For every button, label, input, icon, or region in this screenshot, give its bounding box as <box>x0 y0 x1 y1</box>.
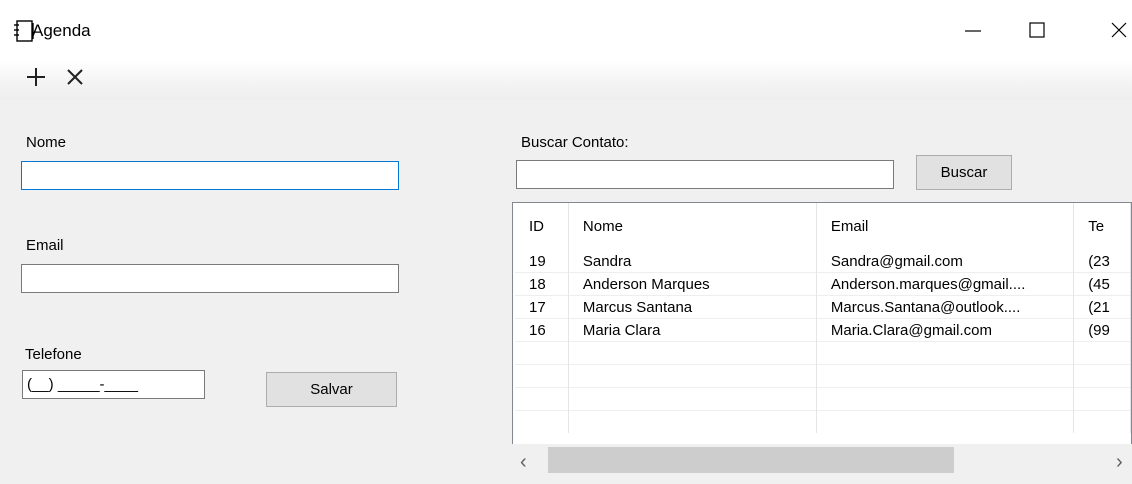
search-label: Buscar Contato: <box>521 134 629 151</box>
close-window-button[interactable] <box>1090 0 1132 60</box>
cell-telefone[interactable]: (99 <box>1073 318 1131 342</box>
email-input[interactable] <box>21 264 399 293</box>
table-row[interactable]: 16 Maria Clara Maria.Clara@gmail.com (99 <box>515 318 1131 342</box>
maximize-icon <box>1029 22 1045 38</box>
add-contact-button[interactable] <box>23 62 49 92</box>
grid-header-row: ID Nome Email Te <box>515 203 1131 250</box>
cell-email[interactable]: Maria.Clara@gmail.com <box>816 318 1075 342</box>
save-button[interactable]: Salvar <box>266 372 397 407</box>
column-header-id[interactable]: ID <box>515 203 569 250</box>
cell-email[interactable]: Marcus.Santana@outlook.... <box>816 295 1075 319</box>
close-window-icon <box>1111 22 1127 38</box>
nome-input[interactable] <box>21 161 399 190</box>
maximize-button[interactable] <box>1008 0 1066 60</box>
search-input[interactable] <box>516 160 894 189</box>
cell-id[interactable]: 17 <box>515 295 569 319</box>
cell-email[interactable]: Anderson.marques@gmail.... <box>816 272 1075 296</box>
cell-id[interactable]: 16 <box>515 318 569 342</box>
scroll-right-arrow[interactable]: › <box>1116 451 1123 474</box>
empty-row <box>515 387 1131 411</box>
table-row[interactable]: 19 Sandra Sandra@gmail.com (23 <box>515 250 1131 273</box>
column-header-nome[interactable]: Nome <box>568 203 817 250</box>
contacts-grid[interactable]: ID Nome Email Te 19 Sandra Sandra@gmail.… <box>512 202 1132 482</box>
cell-telefone[interactable]: (23 <box>1073 250 1131 273</box>
cell-id[interactable]: 19 <box>515 250 569 273</box>
empty-row <box>515 410 1131 433</box>
email-label: Email <box>26 237 64 254</box>
minimize-icon <box>965 30 981 32</box>
delete-contact-button[interactable] <box>62 62 88 92</box>
table-row[interactable]: 18 Anderson Marques Anderson.marques@gma… <box>515 272 1131 296</box>
cell-id[interactable]: 18 <box>515 272 569 296</box>
close-icon <box>67 69 83 85</box>
cell-nome[interactable]: Maria Clara <box>568 318 817 342</box>
minimize-button[interactable] <box>944 0 1002 60</box>
cell-telefone[interactable]: (45 <box>1073 272 1131 296</box>
scroll-left-arrow[interactable]: ‹ <box>520 451 527 474</box>
window-title: Agenda <box>32 21 91 40</box>
scrollbar-thumb[interactable] <box>548 447 954 473</box>
cell-telefone[interactable]: (21 <box>1073 295 1131 319</box>
column-header-telefone[interactable]: Te <box>1073 203 1131 250</box>
telefone-label: Telefone <box>25 346 82 363</box>
cell-nome[interactable]: Sandra <box>568 250 817 273</box>
search-button[interactable]: Buscar <box>916 155 1012 190</box>
nome-label: Nome <box>26 134 67 151</box>
cell-nome[interactable]: Marcus Santana <box>568 295 817 319</box>
empty-row <box>515 364 1131 388</box>
cell-nome[interactable]: Anderson Marques <box>568 272 817 296</box>
toolbar <box>0 60 1132 100</box>
empty-row <box>515 341 1131 365</box>
table-row[interactable]: 17 Marcus Santana Marcus.Santana@outlook… <box>515 295 1131 319</box>
telefone-input[interactable]: (__) _____-____ <box>22 370 205 399</box>
plus-icon <box>27 68 45 86</box>
column-header-email[interactable]: Email <box>816 203 1075 250</box>
cell-email[interactable]: Sandra@gmail.com <box>816 250 1075 273</box>
